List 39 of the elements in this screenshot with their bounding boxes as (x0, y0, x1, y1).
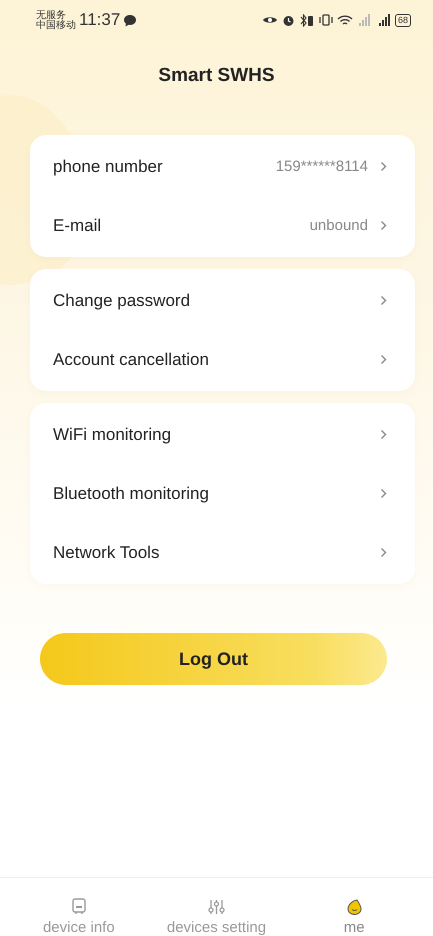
row-label: E-mail (53, 216, 102, 236)
row-label: WiFi monitoring (53, 424, 172, 444)
row-label: Network Tools (53, 542, 160, 562)
chevron-right-icon (380, 295, 387, 306)
alarm-icon (282, 14, 295, 26)
wifi-icon (336, 14, 353, 26)
chevron-right-icon (380, 161, 387, 172)
signal-icon (356, 14, 371, 26)
settings-row[interactable]: WiFi monitoring (30, 405, 415, 464)
settings-row[interactable]: Change password (30, 271, 415, 330)
chevron-right-icon (380, 354, 387, 365)
status-time: 11:37 (79, 10, 120, 30)
row-label: Account cancellation (53, 350, 209, 370)
settings-row[interactable]: phone number 159******8114 (30, 137, 415, 196)
smiling-drop-icon (346, 899, 362, 915)
row-label: phone number (53, 156, 163, 176)
row-label: Change password (53, 290, 190, 310)
row-value: unbound (310, 217, 368, 234)
row-label: Bluetooth monitoring (53, 484, 209, 504)
message-icon (123, 14, 138, 26)
settings-row[interactable]: Network Tools (30, 523, 415, 582)
bluetooth-icon (298, 14, 315, 26)
settings-row[interactable]: Bluetooth monitoring (30, 464, 415, 523)
row-value: 159******8114 (276, 158, 368, 175)
settings-row[interactable]: Account cancellation (30, 330, 415, 389)
carrier-text: 中国移动 (36, 21, 76, 31)
sliders-icon (208, 899, 225, 915)
chevron-right-icon (380, 220, 387, 231)
settings-row[interactable]: E-mail unbound (30, 196, 415, 255)
chevron-right-icon (380, 547, 387, 558)
page-title: Smart SWHS (157, 65, 276, 88)
carrier-text: 无服务 (36, 11, 66, 21)
eye-icon (262, 15, 278, 25)
battery-level: 68 (394, 14, 411, 26)
chevron-right-icon (380, 429, 387, 440)
vibrate-icon (318, 14, 333, 26)
device-icon (72, 898, 86, 915)
chevron-right-icon (380, 488, 387, 499)
logout-button[interactable]: Log Out (40, 633, 387, 685)
